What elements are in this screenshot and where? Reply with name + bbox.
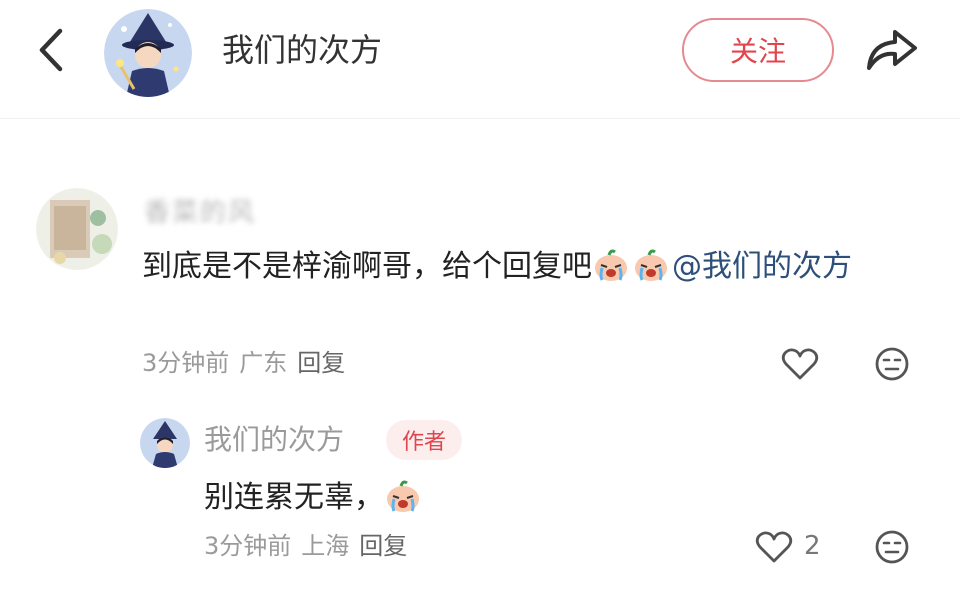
- back-button[interactable]: [26, 22, 76, 78]
- chevron-left-icon: [39, 28, 63, 72]
- share-button[interactable]: [860, 22, 922, 78]
- reply-dislike-button[interactable]: [870, 525, 914, 569]
- author-avatar[interactable]: [104, 9, 192, 97]
- reply-like-button[interactable]: [752, 525, 796, 569]
- share-arrow-icon: [867, 30, 917, 70]
- commenter-name[interactable]: 香菜的风: [144, 192, 256, 229]
- reply-body: 别连累无辜，: [204, 480, 384, 515]
- comment-dislike-button[interactable]: [870, 342, 914, 386]
- heart-icon: [755, 531, 793, 563]
- comment-time: 3分钟前: [142, 349, 230, 377]
- crying-face-icon: [595, 249, 627, 281]
- mention-link[interactable]: @我们的次方: [672, 249, 852, 284]
- neutral-face-icon: [875, 347, 909, 381]
- top-bar: 我们的次方 关注: [0, 0, 960, 119]
- neutral-face-icon: [875, 530, 909, 564]
- comment-meta: 3分钟前 广东 回复: [142, 347, 355, 379]
- heart-icon: [781, 348, 819, 380]
- reply-text: 别连累无辜，: [204, 474, 424, 522]
- comment-location: 广东: [239, 349, 288, 377]
- comment-text: 到底是不是梓渝啊哥，给个回复吧 @我们的次方: [142, 243, 932, 291]
- comment-reply-button[interactable]: 回复: [297, 349, 345, 377]
- commenter-avatar[interactable]: [36, 188, 118, 270]
- comment-like-button[interactable]: [778, 342, 822, 386]
- crying-face-icon: [635, 249, 667, 281]
- crying-face-icon: [387, 480, 419, 512]
- follow-button[interactable]: 关注: [682, 18, 834, 82]
- reply-location: 上海: [301, 532, 350, 560]
- reply-meta: 3分钟前 上海 回复: [204, 530, 417, 562]
- page-title: 我们的次方: [222, 31, 383, 69]
- author-badge: 作者: [386, 420, 462, 460]
- comment-body: 到底是不是梓渝啊哥，给个回复吧: [142, 249, 592, 284]
- reply-author-avatar[interactable]: [140, 418, 190, 468]
- reply-like-count: 2: [804, 531, 821, 561]
- reply-author-name[interactable]: 我们的次方: [204, 420, 344, 460]
- reply-time: 3分钟前: [204, 532, 292, 560]
- reply-reply-button[interactable]: 回复: [359, 532, 407, 560]
